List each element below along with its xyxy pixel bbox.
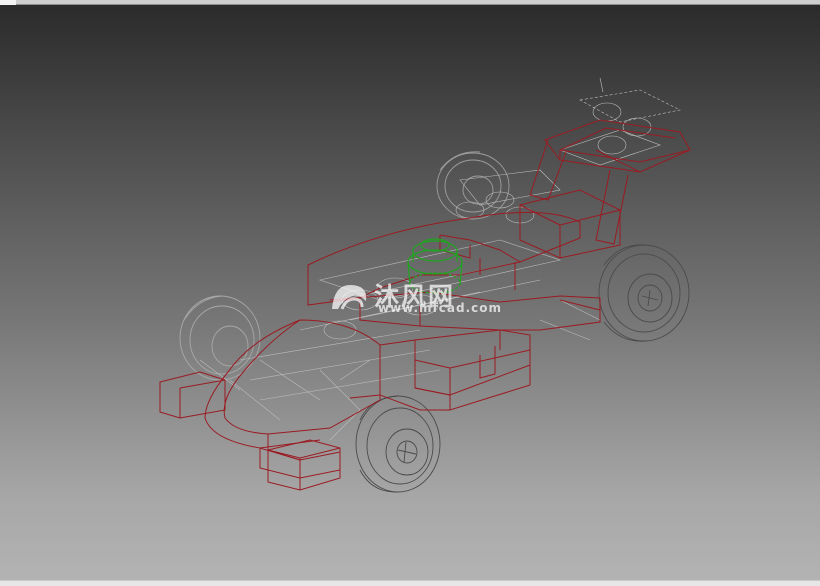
rear-left-wheel xyxy=(436,151,510,220)
window-bottom-bar xyxy=(0,580,820,586)
site-watermark: 沐风网 www.mfcad.com xyxy=(328,275,501,317)
cad-viewport[interactable]: 沐风网 www.mfcad.com xyxy=(0,5,820,580)
watermark-url-text: www.mfcad.com xyxy=(378,301,502,315)
mfcad-logo-icon xyxy=(332,285,367,310)
internal-structure xyxy=(199,77,681,441)
rear-right-wheel xyxy=(598,244,690,342)
front-left-wheel xyxy=(179,295,261,381)
